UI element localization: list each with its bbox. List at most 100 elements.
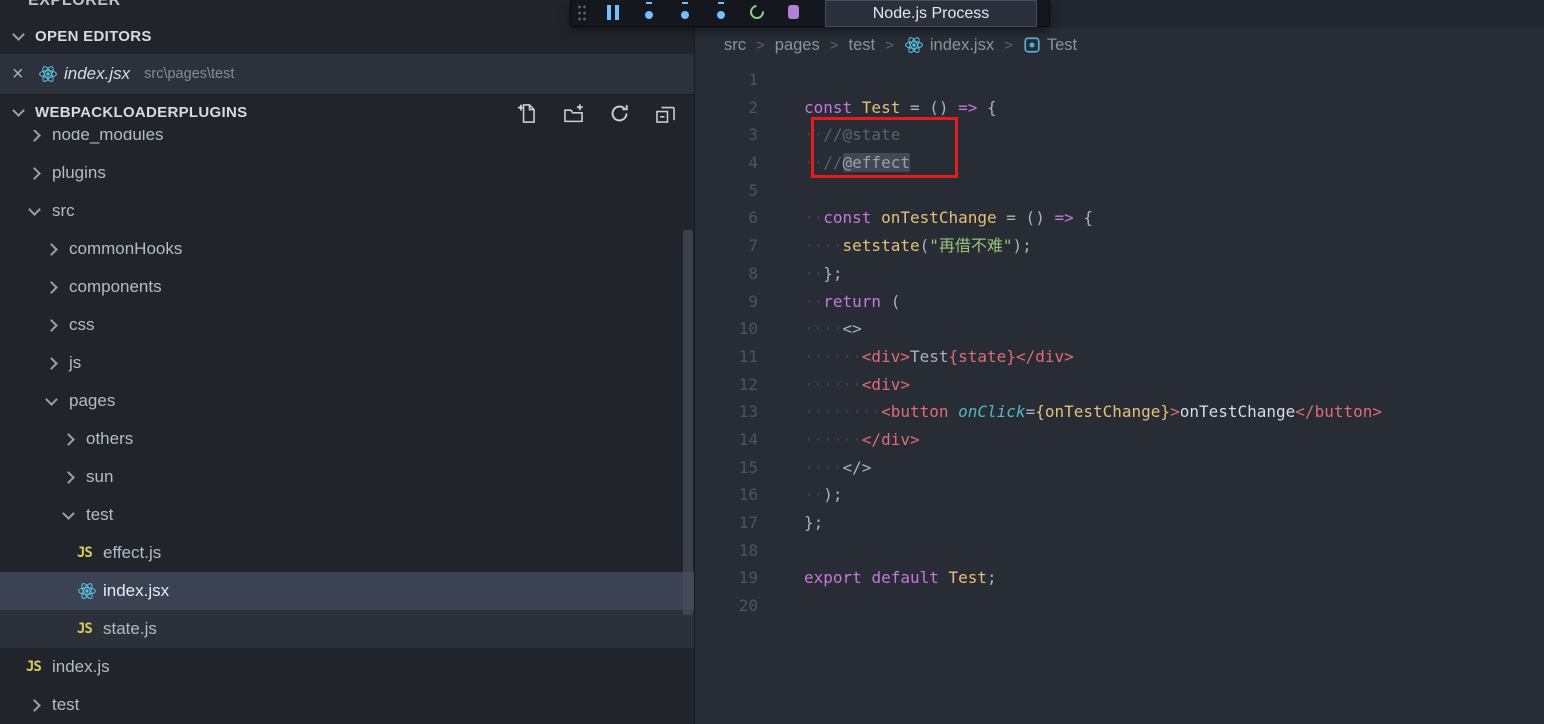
line-number[interactable]: 16 — [696, 481, 758, 509]
new-folder-icon[interactable] — [558, 98, 588, 128]
code-line-15[interactable]: 15 ····</> — [696, 454, 1544, 482]
toolbar-drag-handle-icon[interactable] — [577, 4, 587, 22]
tree-folder-test[interactable]: test — [0, 496, 694, 534]
tree-folder-css[interactable]: css — [0, 306, 694, 344]
line-number[interactable]: 4 — [696, 149, 758, 177]
step-out-button[interactable] — [703, 0, 739, 27]
javascript-file-icon: JS — [26, 659, 42, 675]
tree-file-state.js[interactable]: JS state.js — [0, 610, 694, 648]
code-line-6[interactable]: 6 ··const onTestChange = () => { — [696, 204, 1544, 232]
code-text: ······<div> — [804, 374, 910, 394]
code-line-11[interactable]: 11 ······<div>Test{state}</div> — [696, 343, 1544, 371]
line-number[interactable]: 14 — [696, 426, 758, 454]
disconnect-button[interactable] — [775, 0, 811, 27]
code-line-13[interactable]: 13 ········<button onClick={onTestChange}… — [696, 398, 1544, 426]
chevron-down-icon[interactable] — [45, 392, 58, 406]
chevron-right-icon[interactable] — [45, 242, 58, 256]
breadcrumb-item-pages[interactable]: pages — [775, 36, 820, 55]
tree-folder-js[interactable]: js — [0, 344, 694, 382]
code-line-3[interactable]: 3 ··//@state — [696, 121, 1544, 149]
code-line-17[interactable]: 17}; — [696, 509, 1544, 537]
tree-file-effect.js[interactable]: JS effect.js — [0, 534, 694, 572]
tree-item-label: commonHooks — [69, 239, 183, 258]
line-number[interactable]: 9 — [696, 288, 758, 316]
code-line-4[interactable]: 4 ··//@effect — [696, 149, 1544, 177]
code-line-20[interactable]: 20 — [696, 592, 1544, 620]
tree-file-index.js[interactable]: JS index.js — [0, 648, 694, 686]
line-number[interactable]: 19 — [696, 564, 758, 592]
new-file-icon[interactable] — [512, 98, 542, 128]
chevron-right-icon[interactable] — [45, 356, 58, 370]
code-line-18[interactable]: 18 — [696, 537, 1544, 565]
line-number[interactable]: 8 — [696, 260, 758, 288]
line-number[interactable]: 18 — [696, 537, 758, 565]
step-into-button[interactable] — [667, 0, 703, 27]
sidebar-scrollbar-thumb[interactable] — [683, 230, 693, 615]
line-number[interactable]: 11 — [696, 343, 758, 371]
tree-folder-src[interactable]: src — [0, 192, 694, 230]
code-line-1[interactable]: 1 — [696, 66, 1544, 94]
chevron-right-icon[interactable] — [45, 280, 58, 294]
code-line-9[interactable]: 9 ··return ( — [696, 288, 1544, 316]
breadcrumb-item-src[interactable]: src — [724, 36, 746, 55]
tree-folder-others[interactable]: others — [0, 420, 694, 458]
close-icon[interactable]: × — [12, 63, 38, 86]
breadcrumb-item-label: index.jsx — [929, 35, 995, 54]
open-editor-item[interactable]: × index.jsx src\pages\test — [0, 54, 694, 94]
project-section-header[interactable]: WEBPACKLOADERPLUGINS — [0, 94, 694, 130]
code-text: ··return ( — [804, 291, 901, 311]
tree-folder-test[interactable]: test — [0, 686, 694, 720]
breadcrumb-item-index.jsx[interactable]: index.jsx — [904, 35, 994, 55]
line-number[interactable]: 20 — [696, 592, 758, 620]
breadcrumb-item-label: pages — [774, 35, 820, 54]
chevron-down-icon[interactable] — [62, 506, 75, 520]
chevron-right-icon[interactable] — [62, 432, 75, 446]
code-line-8[interactable]: 8 ··}; — [696, 260, 1544, 288]
debug-process-select[interactable]: Node.js Process — [825, 0, 1037, 27]
chevron-right-icon[interactable] — [28, 166, 41, 180]
line-number[interactable]: 12 — [696, 371, 758, 399]
code-line-19[interactable]: 19 export default Test; — [696, 564, 1544, 592]
line-number[interactable]: 2 — [696, 94, 758, 122]
chevron-right-icon[interactable] — [28, 130, 41, 142]
chevron-down-icon[interactable] — [28, 202, 41, 216]
tree-file-index.jsx[interactable]: index.jsx — [0, 572, 694, 610]
line-number[interactable]: 3 — [696, 121, 758, 149]
tree-folder-components[interactable]: components — [0, 268, 694, 306]
code-line-16[interactable]: 16 ··); — [696, 481, 1544, 509]
restart-button[interactable] — [739, 0, 775, 27]
code-area[interactable]: 1 2 const Test = () => {3 ··//@state 4 ··//@e… — [696, 62, 1544, 620]
breadcrumb-item-test[interactable]: test — [849, 36, 876, 55]
code-text: ··const onTestChange = () => { — [804, 208, 1093, 228]
code-line-14[interactable]: 14 ······</div> — [696, 426, 1544, 454]
line-number[interactable]: 15 — [696, 454, 758, 482]
tree-folder-pages[interactable]: pages — [0, 382, 694, 420]
code-line-5[interactable]: 5 — [696, 177, 1544, 205]
line-number[interactable]: 13 — [696, 398, 758, 426]
chevron-right-icon[interactable] — [28, 698, 41, 712]
code-line-2[interactable]: 2 const Test = () => { — [696, 94, 1544, 122]
chevron-right-icon[interactable] — [62, 470, 75, 484]
breadcrumb-item-label: Test — [1046, 35, 1078, 54]
line-number[interactable]: 5 — [696, 177, 758, 205]
line-number[interactable]: 1 — [696, 66, 758, 94]
chevron-right-icon[interactable] — [45, 318, 58, 332]
line-number[interactable]: 7 — [696, 232, 758, 260]
breadcrumb-item-Test[interactable]: Test — [1023, 36, 1077, 55]
code-text: ······<div>Test{state}</div> — [804, 346, 1074, 366]
code-line-7[interactable]: 7 ····setstate("再借不难"); — [696, 232, 1544, 260]
collapse-folders-icon[interactable] — [650, 98, 680, 128]
tree-folder-node_modules[interactable]: node_modules — [0, 130, 694, 154]
tree-item-label: components — [69, 277, 162, 296]
line-number[interactable]: 10 — [696, 315, 758, 343]
pause-button[interactable] — [595, 0, 631, 27]
code-line-10[interactable]: 10 ····<> — [696, 315, 1544, 343]
tree-folder-plugins[interactable]: plugins — [0, 154, 694, 192]
line-number[interactable]: 6 — [696, 204, 758, 232]
tree-folder-sun[interactable]: sun — [0, 458, 694, 496]
tree-folder-commonHooks[interactable]: commonHooks — [0, 230, 694, 268]
line-number[interactable]: 17 — [696, 509, 758, 537]
refresh-explorer-icon[interactable] — [604, 98, 634, 128]
step-over-button[interactable] — [631, 0, 667, 27]
code-line-12[interactable]: 12 ······<div> — [696, 371, 1544, 399]
